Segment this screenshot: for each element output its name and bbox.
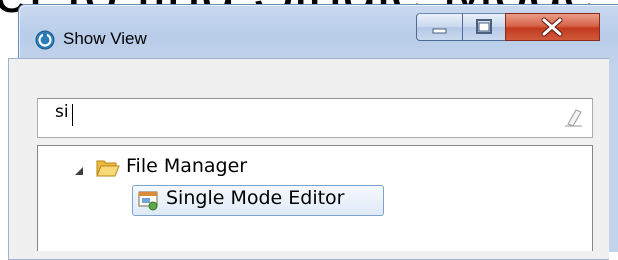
dialog-title: Show View [63,29,147,48]
minimize-button[interactable] [416,13,463,41]
text-caret [72,104,73,126]
filter-input-value: si [55,102,69,122]
clear-filter-icon[interactable] [562,107,584,127]
filter-input[interactable] [37,98,593,138]
folder-open-icon [96,160,120,177]
close-icon [541,17,563,37]
tree-folder-file-manager[interactable]: File Manager [126,155,247,177]
tree-item-label: Single Mode Editor [166,187,345,209]
expanded-arrow-icon[interactable] [73,165,85,177]
close-button[interactable] [505,13,600,41]
minimize-icon [432,28,447,34]
editor-view-icon [138,191,158,211]
eclipse-app-icon [35,30,55,50]
maximize-icon [476,19,492,34]
maximize-button[interactable] [462,13,506,41]
